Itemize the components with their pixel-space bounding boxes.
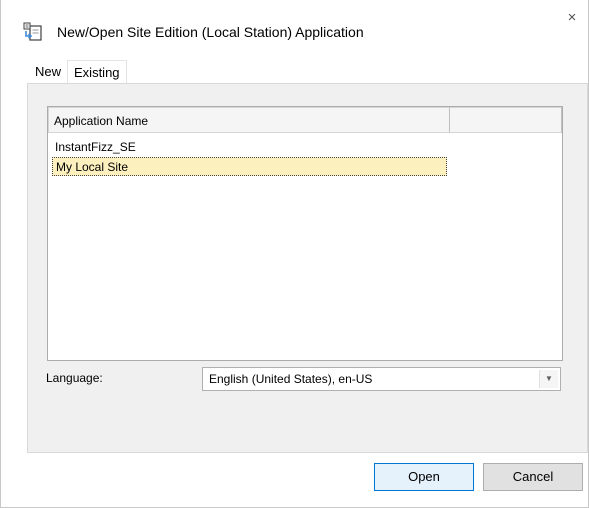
open-button[interactable]: Open bbox=[374, 463, 474, 491]
existing-tab-panel: Application Name InstantFizz_SE My Local… bbox=[27, 83, 588, 453]
language-selected-value: English (United States), en-US bbox=[209, 372, 373, 386]
cancel-button[interactable]: Cancel bbox=[483, 463, 583, 491]
list-rows: InstantFizz_SE My Local Site bbox=[52, 138, 560, 176]
title-bar[interactable]: New/Open Site Edition (Local Station) Ap… bbox=[1, 0, 588, 58]
column-header-application-name[interactable]: Application Name bbox=[48, 107, 450, 133]
list-item[interactable]: InstantFizz_SE bbox=[52, 138, 447, 157]
language-label: Language: bbox=[46, 371, 103, 385]
tab-new[interactable]: New bbox=[29, 60, 67, 84]
window-title: New/Open Site Edition (Local Station) Ap… bbox=[57, 24, 364, 40]
language-dropdown[interactable]: English (United States), en-US ▼ bbox=[202, 367, 561, 391]
list-item-selected[interactable]: My Local Site bbox=[52, 157, 447, 176]
list-header: Application Name bbox=[48, 107, 562, 133]
dialog-window: New/Open Site Edition (Local Station) Ap… bbox=[0, 0, 589, 508]
app-open-icon bbox=[23, 22, 43, 42]
tab-existing[interactable]: Existing bbox=[67, 60, 127, 84]
chevron-down-icon[interactable]: ▼ bbox=[539, 370, 558, 388]
close-icon[interactable]: × bbox=[560, 6, 584, 30]
tab-strip: New Existing bbox=[29, 60, 127, 84]
column-header-blank[interactable] bbox=[450, 107, 562, 133]
application-list[interactable]: Application Name InstantFizz_SE My Local… bbox=[47, 106, 563, 361]
